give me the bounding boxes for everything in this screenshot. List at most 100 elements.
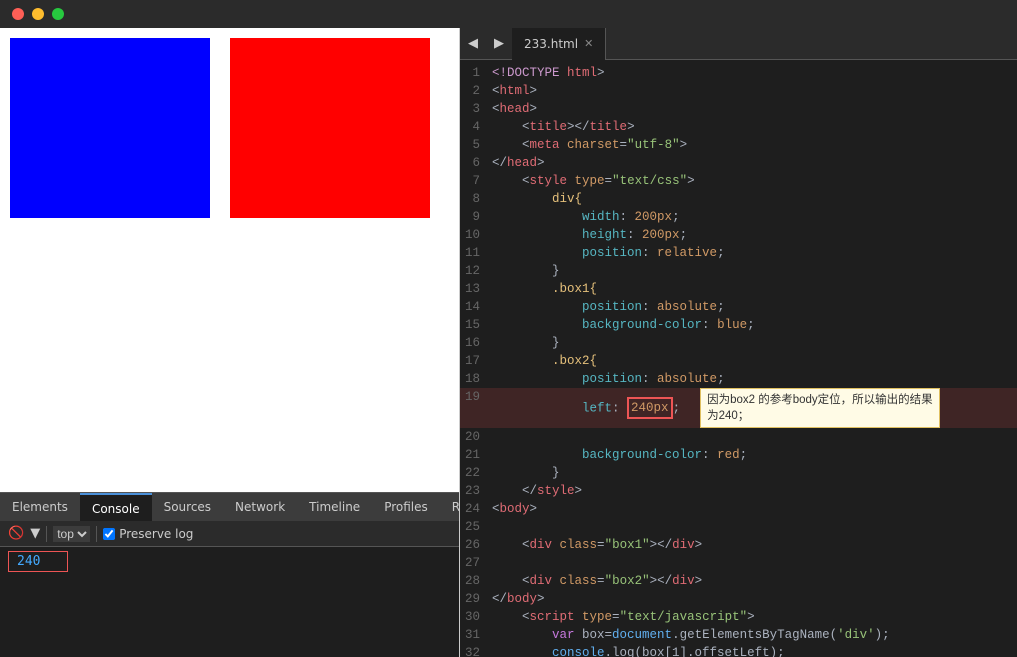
line-number: 15: [460, 316, 492, 334]
highlight-value: 240px: [627, 397, 673, 419]
line-content: }: [492, 262, 1017, 280]
line-content: width: 200px;: [492, 208, 1017, 226]
context-selector[interactable]: top: [53, 526, 90, 542]
minimize-button[interactable]: [32, 8, 44, 20]
token: :: [612, 401, 627, 415]
clear-console-icon[interactable]: 🚫: [8, 526, 24, 541]
line-number: 31: [460, 626, 492, 644]
token: [492, 246, 582, 260]
file-name: 233.html: [524, 37, 578, 51]
token: .box2{: [492, 354, 597, 368]
token: console: [492, 646, 605, 657]
red-box: [230, 38, 430, 218]
token: html: [567, 66, 597, 80]
line-content: left: 240px;因为box2 的参考body定位，所以输出的结果为240…: [492, 388, 1017, 428]
line-content: </head>: [492, 154, 1017, 172]
line-number: 3: [460, 100, 492, 118]
token: >: [687, 174, 695, 188]
close-tab-icon[interactable]: ✕: [584, 37, 593, 50]
line-number: 25: [460, 518, 492, 536]
token: >: [627, 120, 635, 134]
line-content: div{: [492, 190, 1017, 208]
token: >: [530, 102, 538, 116]
code-line: 1<!DOCTYPE html>: [460, 64, 1017, 82]
nav-back-button[interactable]: ◀: [460, 28, 486, 60]
token: 200px: [635, 210, 673, 224]
filter-icon[interactable]: ▼: [30, 526, 40, 541]
token: <: [492, 610, 530, 624]
token: =: [620, 138, 628, 152]
token: ;: [717, 300, 725, 314]
token: ;: [680, 228, 688, 242]
token: <: [492, 538, 530, 552]
token: charset: [567, 138, 620, 152]
context-dropdown[interactable]: top: [53, 526, 90, 542]
code-line: 32 console.log(box[1].offsetLeft);: [460, 644, 1017, 657]
code-line: 18 position: absolute;: [460, 370, 1017, 388]
token: >: [575, 484, 583, 498]
token: :: [642, 372, 657, 386]
tab-elements[interactable]: Elements: [0, 493, 80, 521]
maximize-button[interactable]: [52, 8, 64, 20]
token: );: [875, 628, 890, 642]
devtools-tabs-bar: Elements Console Sources Network Timelin…: [0, 493, 459, 521]
token: "utf-8": [627, 138, 680, 152]
code-tab-file[interactable]: 233.html ✕: [512, 28, 606, 60]
token: }: [492, 466, 560, 480]
line-number: 32: [460, 644, 492, 657]
code-line: 23 </style>: [460, 482, 1017, 500]
token: <!DOCTYPE: [492, 66, 567, 80]
code-line: 11 position: relative;: [460, 244, 1017, 262]
token: 200px: [642, 228, 680, 242]
token: <: [492, 84, 500, 98]
token: title: [530, 120, 568, 134]
line-number: 29: [460, 590, 492, 608]
tab-timeline[interactable]: Timeline: [297, 493, 372, 521]
token: >: [537, 592, 545, 606]
token: >: [597, 66, 605, 80]
preserve-log-checkbox[interactable]: [103, 528, 115, 540]
code-line: 7 <style type="text/css">: [460, 172, 1017, 190]
preview-content: [0, 28, 459, 492]
line-number: 11: [460, 244, 492, 262]
token: "box2": [605, 574, 650, 588]
token: left: [582, 401, 612, 415]
code-line: 15 background-color: blue;: [460, 316, 1017, 334]
token: =: [605, 174, 613, 188]
browser-title-bar: [0, 0, 1017, 28]
token: type: [582, 610, 612, 624]
token: .getElementsByTagName(: [672, 628, 837, 642]
token: ;: [672, 210, 680, 224]
preserve-log-label[interactable]: Preserve log: [103, 527, 193, 541]
token: >: [530, 84, 538, 98]
line-number: 26: [460, 536, 492, 554]
tab-profiles[interactable]: Profiles: [372, 493, 440, 521]
code-line: 6</head>: [460, 154, 1017, 172]
line-content: <div class="box1"></div>: [492, 536, 1017, 554]
tab-console[interactable]: Console: [80, 493, 152, 521]
token: ;: [717, 372, 725, 386]
token: type: [575, 174, 605, 188]
line-number: 6: [460, 154, 492, 172]
line-content: <head>: [492, 100, 1017, 118]
code-editor: 1<!DOCTYPE html>2<html>3<head>4 <title><…: [460, 60, 1017, 657]
token: =: [597, 538, 605, 552]
token: background-color: [582, 318, 702, 332]
separator2: [96, 526, 97, 542]
token: =: [612, 610, 620, 624]
token: <: [492, 174, 530, 188]
token: >: [695, 538, 703, 552]
line-number: 30: [460, 608, 492, 626]
line-number: 10: [460, 226, 492, 244]
token: absolute: [657, 300, 717, 314]
nav-forward-button[interactable]: ▶: [486, 28, 512, 60]
token: div: [672, 574, 695, 588]
token: position: [582, 372, 642, 386]
tab-sources[interactable]: Sources: [152, 493, 223, 521]
token: div{: [492, 192, 582, 206]
close-button[interactable]: [12, 8, 24, 20]
token: </: [492, 156, 507, 170]
token: .log(: [605, 646, 643, 657]
line-content: }: [492, 334, 1017, 352]
tab-network[interactable]: Network: [223, 493, 297, 521]
